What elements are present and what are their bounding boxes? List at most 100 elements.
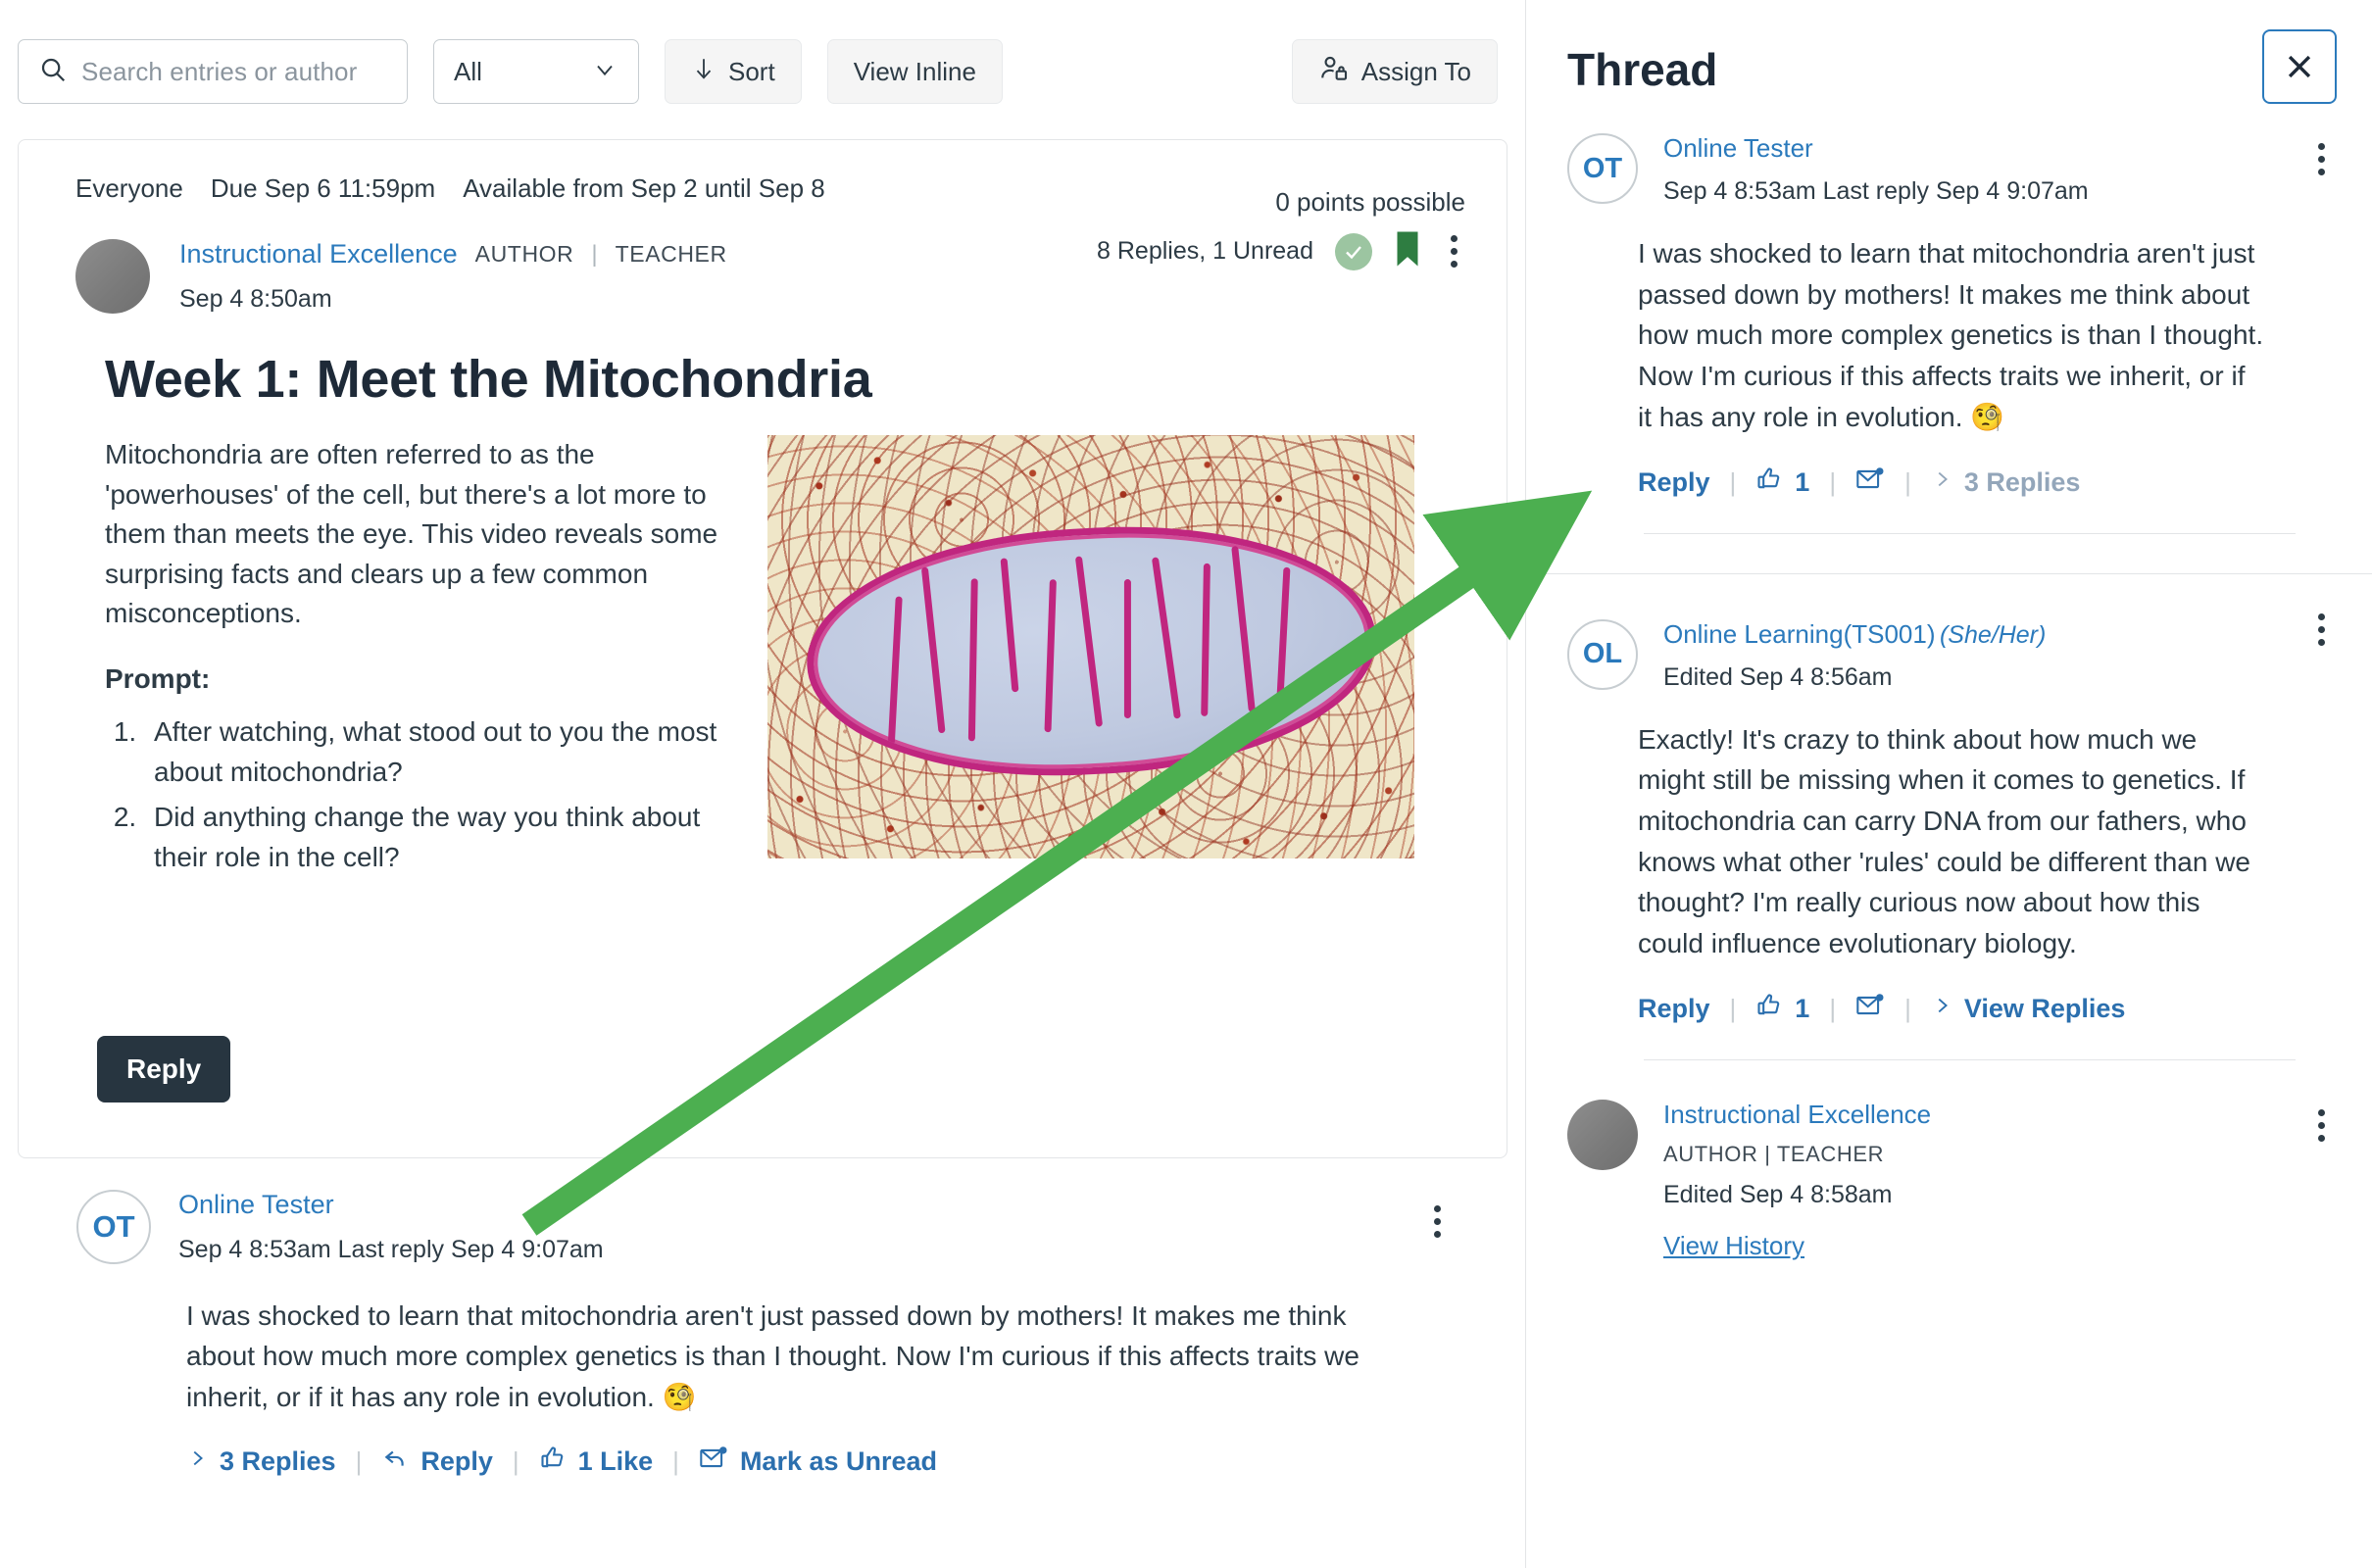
topic-meta-row: Everyone Due Sep 6 11:59pm Available fro… bbox=[19, 140, 1507, 218]
avatar bbox=[75, 239, 150, 314]
envelope-unread-icon bbox=[699, 1446, 728, 1478]
view-history-link[interactable]: View History bbox=[1663, 1231, 1804, 1261]
thread-post-timestamp: Edited Sep 4 8:56am bbox=[1663, 662, 1893, 691]
thread-title: Thread bbox=[1567, 44, 1718, 95]
filter-select[interactable]: All bbox=[433, 39, 639, 104]
audience-label: Everyone bbox=[75, 173, 183, 203]
thread-post-author[interactable]: Online Learning(TS001) bbox=[1663, 619, 1936, 649]
topic-timestamp: Sep 4 8:50am bbox=[179, 285, 332, 313]
envelope-unread-icon bbox=[1855, 466, 1885, 499]
entry-replies-label: 3 Replies bbox=[220, 1446, 336, 1477]
topic-paragraph: Mitochondria are often referred to as th… bbox=[105, 439, 718, 629]
thread-reply-button[interactable]: Reply bbox=[1638, 467, 1710, 498]
prompt-label: Prompt: bbox=[105, 662, 211, 694]
kebab-menu-icon[interactable] bbox=[2310, 610, 2333, 650]
close-icon[interactable] bbox=[2262, 29, 2337, 104]
teacher-role-badge: TEACHER bbox=[615, 241, 727, 267]
divider bbox=[1644, 532, 2296, 534]
author-role-badge: AUTHOR bbox=[474, 241, 574, 267]
thread-post-badges: AUTHOR | TEACHER bbox=[1663, 1141, 1885, 1166]
thread-replies-toggle[interactable]: 3 Replies bbox=[1931, 466, 2081, 499]
topic-status-cluster: 8 Replies, 1 Unread bbox=[1097, 231, 1465, 271]
available-date-label: Available from Sep 2 until Sep 8 bbox=[463, 173, 825, 203]
entry-text: I was shocked to learn that mitochondria… bbox=[186, 1300, 1359, 1412]
avatar bbox=[1567, 1099, 1638, 1170]
thread-like-button[interactable]: 1 bbox=[1755, 992, 1809, 1026]
sort-button[interactable]: Sort bbox=[665, 39, 802, 104]
thread-mark-unread-button[interactable] bbox=[1855, 993, 1885, 1025]
points-possible-label: 0 points possible bbox=[1275, 187, 1465, 217]
topic-author-row: Instructional Excellence AUTHOR | TEACHE… bbox=[19, 218, 1507, 314]
discussion-entry: OT Online Tester Sep 4 8:53am Last reply… bbox=[0, 1158, 1525, 1479]
prompt-item: After watching, what stood out to you th… bbox=[144, 712, 732, 792]
due-date-label: Due Sep 6 11:59pm bbox=[210, 173, 436, 203]
entry-mark-unread-button[interactable]: Mark as Unread bbox=[699, 1446, 937, 1478]
entry-author-link[interactable]: Online Tester bbox=[178, 1190, 604, 1220]
search-placeholder-text: Search entries or author bbox=[81, 56, 358, 86]
thread-like-count: 1 bbox=[1795, 993, 1810, 1023]
thread-header: Thread bbox=[1526, 0, 2372, 104]
entry-timestamp: Sep 4 8:53am Last reply Sep 4 9:07am bbox=[178, 1236, 604, 1263]
kebab-menu-icon[interactable] bbox=[1426, 1201, 1449, 1242]
action-separator: | bbox=[1829, 466, 1837, 497]
entry-replies-toggle[interactable]: 3 Replies bbox=[186, 1446, 336, 1478]
action-separator: | bbox=[1904, 993, 1911, 1023]
thread-replies-label: 3 Replies bbox=[1963, 466, 2081, 497]
search-icon bbox=[38, 55, 68, 89]
prompt-item: Did anything change the way you think ab… bbox=[144, 798, 732, 877]
assign-to-button[interactable]: Assign To bbox=[1291, 39, 1498, 104]
thread-post-pronouns: (She/Her) bbox=[1939, 620, 2047, 649]
check-circle-icon[interactable] bbox=[1335, 232, 1372, 270]
search-input[interactable]: Search entries or author bbox=[18, 39, 408, 104]
thread-post-text: Exactly! It's crazy to think about how m… bbox=[1638, 723, 2250, 959]
thread-like-button[interactable]: 1 bbox=[1755, 466, 1809, 500]
thread-post-text: I was shocked to learn that mitochondria… bbox=[1638, 238, 2264, 432]
sort-button-label: Sort bbox=[728, 56, 775, 86]
entry-reply-label: Reply bbox=[420, 1446, 493, 1477]
thumbs-up-icon bbox=[539, 1445, 567, 1479]
thread-reply-button[interactable]: Reply bbox=[1638, 994, 1710, 1024]
chevron-right-icon bbox=[1931, 466, 1952, 499]
discussion-page: Search entries or author All Sort View I… bbox=[0, 0, 2372, 1568]
reply-button[interactable]: Reply bbox=[97, 1036, 231, 1102]
view-inline-button[interactable]: View Inline bbox=[826, 39, 1003, 104]
replies-summary-label: 8 Replies, 1 Unread bbox=[1097, 237, 1313, 265]
thread-post: OT Online Tester Sep 4 8:53am Last reply… bbox=[1526, 104, 2372, 534]
thread-post-author[interactable]: Online Tester bbox=[1663, 133, 1813, 163]
topic-body: Mitochondria are often referred to as th… bbox=[19, 410, 1507, 883]
thread-view-replies-button[interactable]: View Replies bbox=[1931, 993, 2125, 1025]
action-separator: | bbox=[1729, 466, 1737, 497]
kebab-menu-icon[interactable] bbox=[1443, 231, 1465, 271]
avatar: OT bbox=[76, 1190, 151, 1264]
author-name-link[interactable]: Instructional Excellence bbox=[179, 239, 458, 270]
action-separator: | bbox=[1904, 466, 1911, 497]
discussion-topic-card: Everyone Due Sep 6 11:59pm Available fro… bbox=[18, 139, 1507, 1158]
envelope-unread-icon bbox=[1855, 993, 1885, 1025]
kebab-menu-icon[interactable] bbox=[2310, 139, 2333, 179]
topic-text-column: Mitochondria are often referred to as th… bbox=[105, 435, 732, 883]
action-separator: | bbox=[512, 1446, 519, 1477]
action-separator: | bbox=[355, 1446, 363, 1477]
action-separator: | bbox=[672, 1446, 679, 1477]
thread-reply-label: Reply bbox=[1638, 993, 1710, 1023]
entry-like-label: 1 Like bbox=[577, 1446, 654, 1477]
avatar: OT bbox=[1567, 133, 1638, 204]
prompt-list: After watching, what stood out to you th… bbox=[144, 712, 732, 877]
kebab-menu-icon[interactable] bbox=[2310, 1105, 2333, 1146]
thread-post: OL Online Learning(TS001) (She/Her) Edit… bbox=[1526, 572, 2372, 1060]
bookmark-icon[interactable] bbox=[1394, 231, 1421, 271]
entry-action-bar: 3 Replies | Reply | 1 Like | Mark as Unr… bbox=[186, 1445, 1484, 1479]
entry-meta: Online Tester Sep 4 8:53am Last reply Se… bbox=[178, 1190, 604, 1264]
topic-dates: Everyone Due Sep 6 11:59pm Available fro… bbox=[75, 173, 825, 204]
chevron-right-icon bbox=[1931, 993, 1952, 1025]
arrow-down-icon bbox=[691, 54, 717, 90]
thread-reply-label: Reply bbox=[1638, 466, 1710, 497]
thread-post-author[interactable]: Instructional Excellence bbox=[1663, 1100, 1931, 1129]
entry-mark-unread-label: Mark as Unread bbox=[739, 1446, 938, 1477]
entry-like-button[interactable]: 1 Like bbox=[539, 1445, 654, 1479]
entry-reply-button[interactable]: Reply bbox=[381, 1446, 493, 1478]
thumbs-up-icon bbox=[1755, 992, 1783, 1026]
chevron-right-icon bbox=[186, 1446, 208, 1478]
thread-mark-unread-button[interactable] bbox=[1855, 466, 1885, 499]
mitochondria-micrograph-image bbox=[767, 435, 1414, 858]
